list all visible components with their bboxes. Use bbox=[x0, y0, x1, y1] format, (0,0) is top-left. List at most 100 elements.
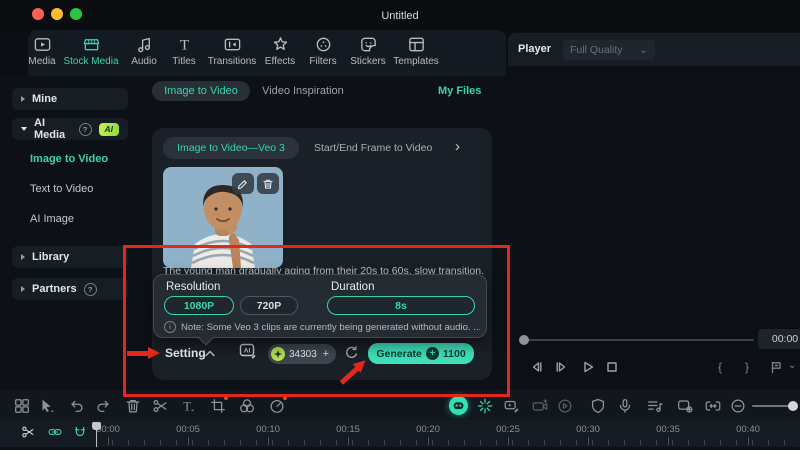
delete-button[interactable] bbox=[124, 397, 142, 415]
stop-icon bbox=[607, 362, 617, 372]
tab-label: Video Inspiration bbox=[262, 85, 344, 97]
tab-image-to-video[interactable]: Image to Video bbox=[152, 81, 250, 101]
ruler-label: 00:10 bbox=[256, 424, 280, 435]
quality-select[interactable]: Full Quality ⌄ bbox=[563, 40, 655, 60]
play-circle-icon bbox=[558, 399, 572, 413]
snapshot-button[interactable] bbox=[768, 359, 784, 375]
sidebar-item-partners[interactable]: Partners ? bbox=[12, 278, 128, 300]
tab-templates[interactable]: Templates bbox=[384, 35, 448, 67]
ruler-label: 00:05 bbox=[176, 424, 200, 435]
tab-video-inspiration[interactable]: Video Inspiration bbox=[262, 85, 344, 97]
render-settings-button[interactable] bbox=[676, 397, 694, 415]
undo-button[interactable] bbox=[68, 397, 86, 415]
text-tool-button[interactable]: T bbox=[179, 397, 197, 415]
title-bar: Untitled bbox=[0, 0, 800, 30]
chevron-right-icon[interactable]: › bbox=[455, 138, 460, 155]
ruler-label: 00:40 bbox=[736, 424, 760, 435]
text-tool-icon: T bbox=[183, 400, 195, 414]
voiceover-button[interactable] bbox=[616, 397, 634, 415]
minus-circle-icon bbox=[731, 399, 745, 413]
media-toolbar: Media Stock Media Audio T Titles Transit… bbox=[28, 30, 506, 76]
sidebar-item-label: Image to Video bbox=[30, 153, 109, 165]
link-clips-button[interactable] bbox=[47, 424, 65, 442]
player-panel: Player Full Quality ⌄ 00:00 { } ⌄ bbox=[508, 33, 800, 390]
redo-icon bbox=[97, 400, 109, 413]
media-icon bbox=[34, 38, 50, 51]
preview-render-button[interactable] bbox=[556, 397, 574, 415]
my-files-link[interactable]: My Files bbox=[438, 85, 481, 97]
tab-label: Start/End Frame to Video bbox=[314, 142, 433, 154]
tab-label: Filters bbox=[309, 56, 337, 67]
quality-value: Full Quality bbox=[570, 44, 623, 56]
robot-icon bbox=[453, 402, 464, 410]
play-button[interactable] bbox=[580, 359, 596, 375]
video-pen-icon bbox=[504, 400, 519, 413]
annotation-rectangle bbox=[123, 245, 510, 397]
sidebar-item-label: AI Media bbox=[34, 117, 66, 141]
color-tool-button[interactable] bbox=[238, 397, 256, 415]
audio-stretch-button[interactable] bbox=[646, 397, 664, 415]
edit-image-button[interactable] bbox=[232, 173, 254, 194]
expand-arrow-icon bbox=[21, 286, 25, 292]
sidebar-item-mine[interactable]: Mine bbox=[12, 88, 128, 110]
delete-image-button[interactable] bbox=[257, 173, 279, 194]
ai-copilot-button[interactable] bbox=[449, 396, 468, 415]
mark-out-button[interactable]: } bbox=[745, 360, 749, 374]
scrubber-handle[interactable] bbox=[519, 335, 529, 345]
speed-tool-button[interactable] bbox=[268, 396, 287, 415]
help-icon[interactable]: ? bbox=[83, 282, 97, 296]
ripple-brackets-icon bbox=[705, 401, 721, 411]
help-icon[interactable]: ? bbox=[78, 122, 92, 136]
annotation-arrow-setting bbox=[127, 347, 161, 360]
zoom-out-button[interactable] bbox=[729, 397, 747, 415]
redo-button[interactable] bbox=[94, 397, 112, 415]
next-frame-button[interactable] bbox=[553, 359, 569, 375]
sidebar-item-ai-media[interactable]: AI Media ? AI bbox=[12, 117, 128, 141]
sidebar-item-ai-image[interactable]: AI Image bbox=[30, 211, 74, 227]
copyright-check-button[interactable] bbox=[589, 397, 607, 415]
sidebar-item-library[interactable]: Library bbox=[12, 246, 128, 268]
crop-tool-button[interactable] bbox=[209, 396, 228, 415]
playhead-handle[interactable] bbox=[92, 422, 101, 430]
snap-magnet-button[interactable] bbox=[72, 424, 90, 442]
previous-frame-icon bbox=[532, 362, 542, 372]
mark-in-button[interactable]: { bbox=[718, 360, 722, 374]
record-screen-button[interactable] bbox=[531, 397, 549, 415]
quick-split-button[interactable] bbox=[20, 424, 38, 442]
filters-icon bbox=[316, 37, 330, 52]
templates-icon bbox=[408, 37, 424, 52]
media-grid-button[interactable] bbox=[13, 397, 31, 415]
ruler-label: 00:30 bbox=[576, 424, 600, 435]
effects-icon bbox=[273, 37, 287, 50]
player-scrubber[interactable] bbox=[522, 339, 754, 341]
transitions-icon bbox=[224, 38, 240, 51]
split-button[interactable] bbox=[151, 397, 169, 415]
select-tool-button[interactable] bbox=[38, 397, 56, 415]
ai-video-edit-button[interactable] bbox=[503, 397, 521, 415]
sidebar-item-label: Text to Video bbox=[30, 183, 94, 195]
sidebar-item-image-to-video[interactable]: Image to Video bbox=[30, 151, 108, 167]
ai-effects-button[interactable] bbox=[476, 397, 494, 415]
tab-start-end-frame[interactable]: Start/End Frame to Video bbox=[314, 142, 432, 154]
window-title: Untitled bbox=[381, 10, 419, 22]
stop-button[interactable] bbox=[604, 359, 620, 375]
sidebar-item-text-to-video[interactable]: Text to Video bbox=[30, 181, 93, 197]
sidebar-item-label: Mine bbox=[32, 93, 58, 105]
split-scissors-icon bbox=[22, 426, 34, 438]
tab-label: Image to Video—Veo 3 bbox=[177, 142, 285, 154]
tab-image-to-video-veo3[interactable]: Image to Video—Veo 3 bbox=[163, 137, 299, 159]
ruler-label: 00:25 bbox=[496, 424, 520, 435]
previous-frame-button[interactable] bbox=[529, 359, 545, 375]
ai-badge: AI bbox=[98, 122, 119, 136]
zoom-slider-handle[interactable] bbox=[788, 401, 798, 411]
expand-arrow-icon bbox=[21, 254, 25, 260]
svg-text:T: T bbox=[183, 400, 191, 414]
color-wheel-icon bbox=[240, 399, 254, 413]
chevron-down-icon[interactable]: ⌄ bbox=[788, 360, 796, 371]
marker-flag-icon bbox=[771, 361, 781, 374]
microphone-icon bbox=[619, 399, 631, 413]
sidebar-item-label: AI Image bbox=[30, 213, 75, 225]
svg-text:T: T bbox=[179, 36, 189, 53]
auto-ripple-button[interactable] bbox=[704, 397, 722, 415]
trash-icon bbox=[263, 179, 273, 189]
